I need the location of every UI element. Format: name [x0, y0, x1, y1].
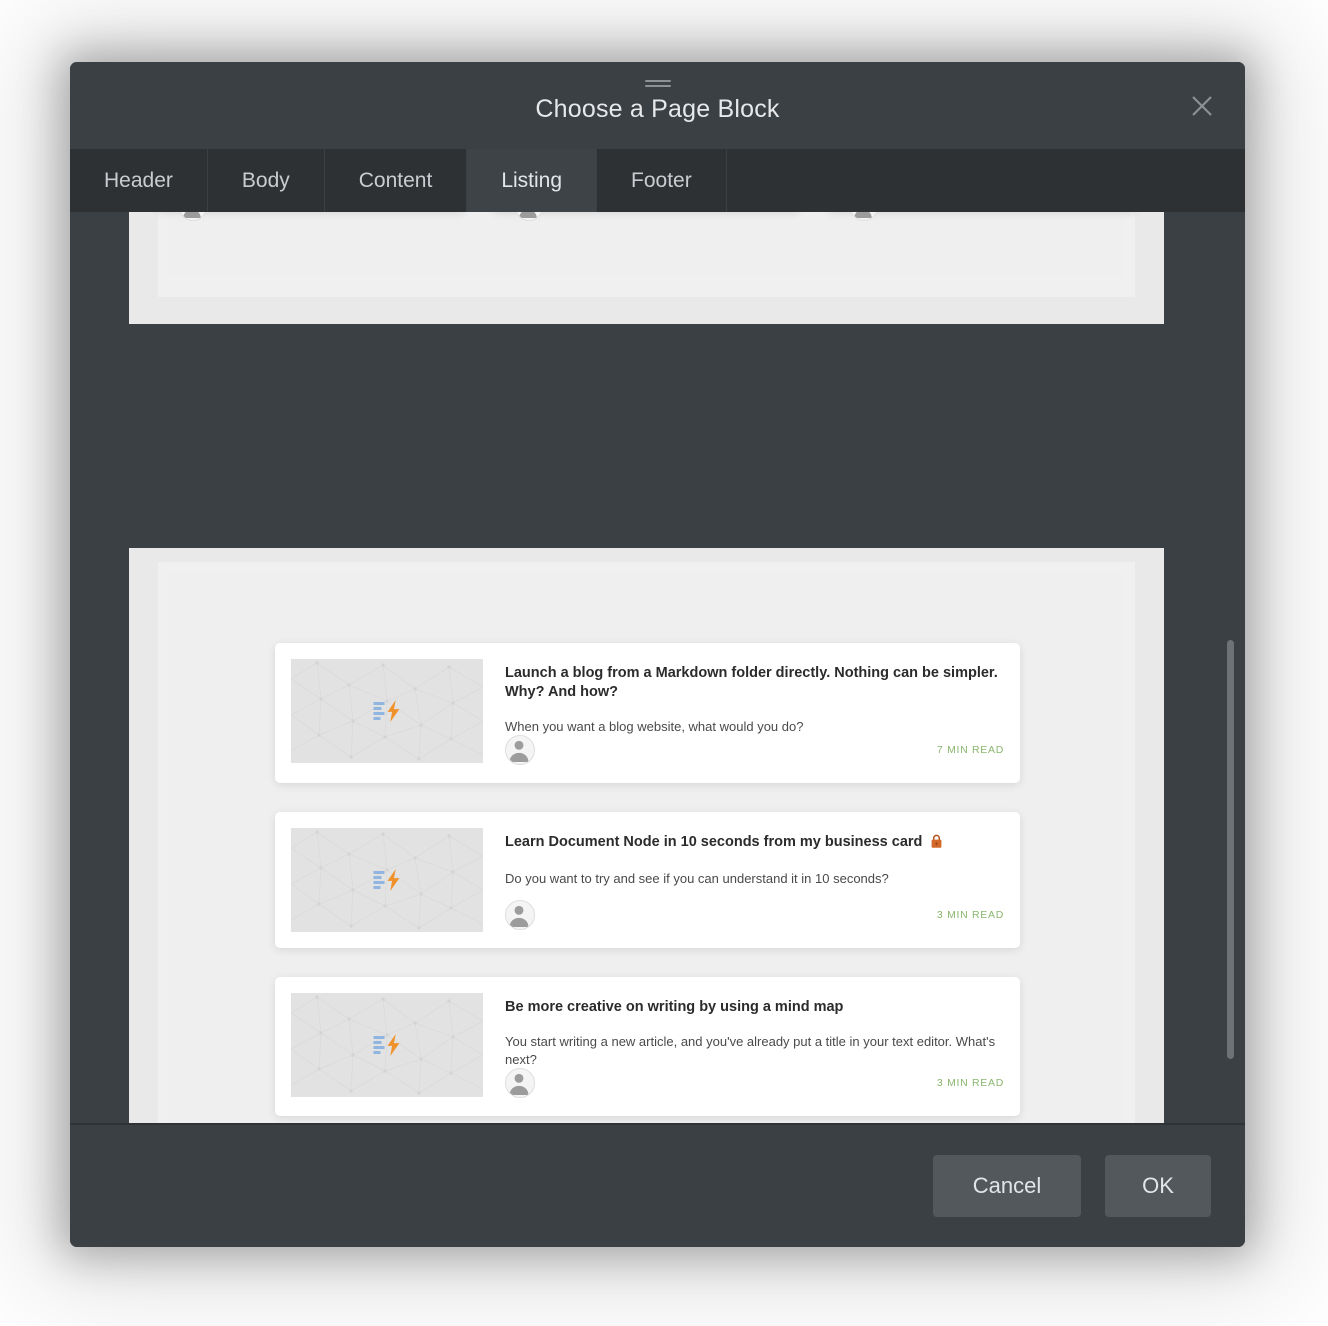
article-thumbnail — [291, 993, 483, 1098]
article-title: Learn Document Node in 10 seconds from m… — [505, 833, 1004, 854]
article-footer: 3 MIN READ — [505, 900, 1004, 932]
article-footer: 3 MIN READ — [505, 1068, 1004, 1100]
document-lightning-icon — [373, 869, 401, 892]
close-icon[interactable] — [1179, 83, 1225, 129]
article-card[interactable]: Be more creative on writing by using a m… — [275, 977, 1020, 1117]
article-title-text: Launch a blog from a Markdown folder dir… — [505, 665, 998, 700]
article-read-time: 3 MIN READ — [936, 1077, 1004, 1090]
article-title: Launch a blog from a Markdown folder dir… — [505, 664, 1004, 702]
article-title: Be more creative on writing by using a m… — [505, 998, 1004, 1017]
tabstrip-filler — [726, 149, 1245, 212]
document-lightning-icon — [373, 1034, 401, 1057]
tabstrip: Header Body Content Listing Footer — [70, 149, 1245, 212]
user-avatar-icon — [505, 1068, 535, 1099]
preview-block-top[interactable] — [129, 212, 1164, 324]
dialog-titlebar[interactable]: Choose a Page Block — [70, 62, 1245, 149]
tab-content[interactable]: Content — [324, 149, 468, 212]
lock-icon — [931, 834, 942, 854]
article-content: Learn Document Node in 10 seconds from m… — [505, 828, 1004, 932]
article-footer: 7 MIN READ — [505, 735, 1004, 767]
cancel-button[interactable]: Cancel — [933, 1155, 1081, 1217]
article-thumbnail — [291, 659, 483, 763]
tab-header[interactable]: Header — [70, 149, 208, 212]
document-lightning-icon — [373, 700, 401, 722]
choose-page-block-dialog: Choose a Page Block Header Body Content … — [70, 62, 1245, 1247]
tab-listing[interactable]: Listing — [467, 149, 598, 212]
preview-block-listing[interactable]: Launch a blog from a Markdown folder dir… — [129, 548, 1164, 1123]
user-avatar-icon — [505, 900, 535, 931]
preview-inner-panel-2 — [168, 212, 1125, 277]
drag-handle-icon[interactable] — [644, 80, 671, 87]
article-card[interactable]: Launch a blog from a Markdown folder dir… — [275, 643, 1020, 784]
scrollbar-thumb[interactable] — [1227, 640, 1234, 1060]
article-card[interactable]: Learn Document Node in 10 seconds from m… — [275, 812, 1020, 949]
article-title-text: Learn Document Node in 10 seconds from m… — [505, 834, 923, 851]
article-read-time: 3 MIN READ — [936, 909, 1004, 922]
article-description: When you want a blog website, what would… — [505, 718, 804, 734]
dialog-footer: Cancel OK — [70, 1123, 1245, 1247]
article-list: Launch a blog from a Markdown folder dir… — [275, 643, 1020, 1117]
article-title-text: Be more creative on writing by using a m… — [505, 999, 844, 1016]
article-description: Do you want to try and see if you can un… — [505, 871, 889, 887]
article-content: Be more creative on writing by using a m… — [505, 993, 1004, 1100]
page-root: Choose a Page Block Header Body Content … — [0, 0, 1328, 1326]
article-read-time: 7 MIN READ — [936, 744, 1004, 757]
dialog-title: Choose a Page Block — [535, 95, 780, 123]
article-thumbnail — [291, 828, 483, 933]
article-description: You start writing a new article, and you… — [505, 1034, 996, 1067]
preview-inner-panel — [158, 212, 1135, 297]
tab-body[interactable]: Body — [207, 149, 325, 212]
user-avatar-icon — [505, 735, 535, 766]
block-preview-scroll-area[interactable]: Launch a blog from a Markdown folder dir… — [70, 212, 1245, 1123]
vertical-scrollbar[interactable] — [1224, 212, 1236, 1123]
scroll-viewport: Launch a blog from a Markdown folder dir… — [70, 212, 1245, 1123]
ok-button[interactable]: OK — [1105, 1155, 1211, 1217]
tab-footer[interactable]: Footer — [597, 149, 727, 212]
article-content: Launch a blog from a Markdown folder dir… — [505, 659, 1004, 767]
